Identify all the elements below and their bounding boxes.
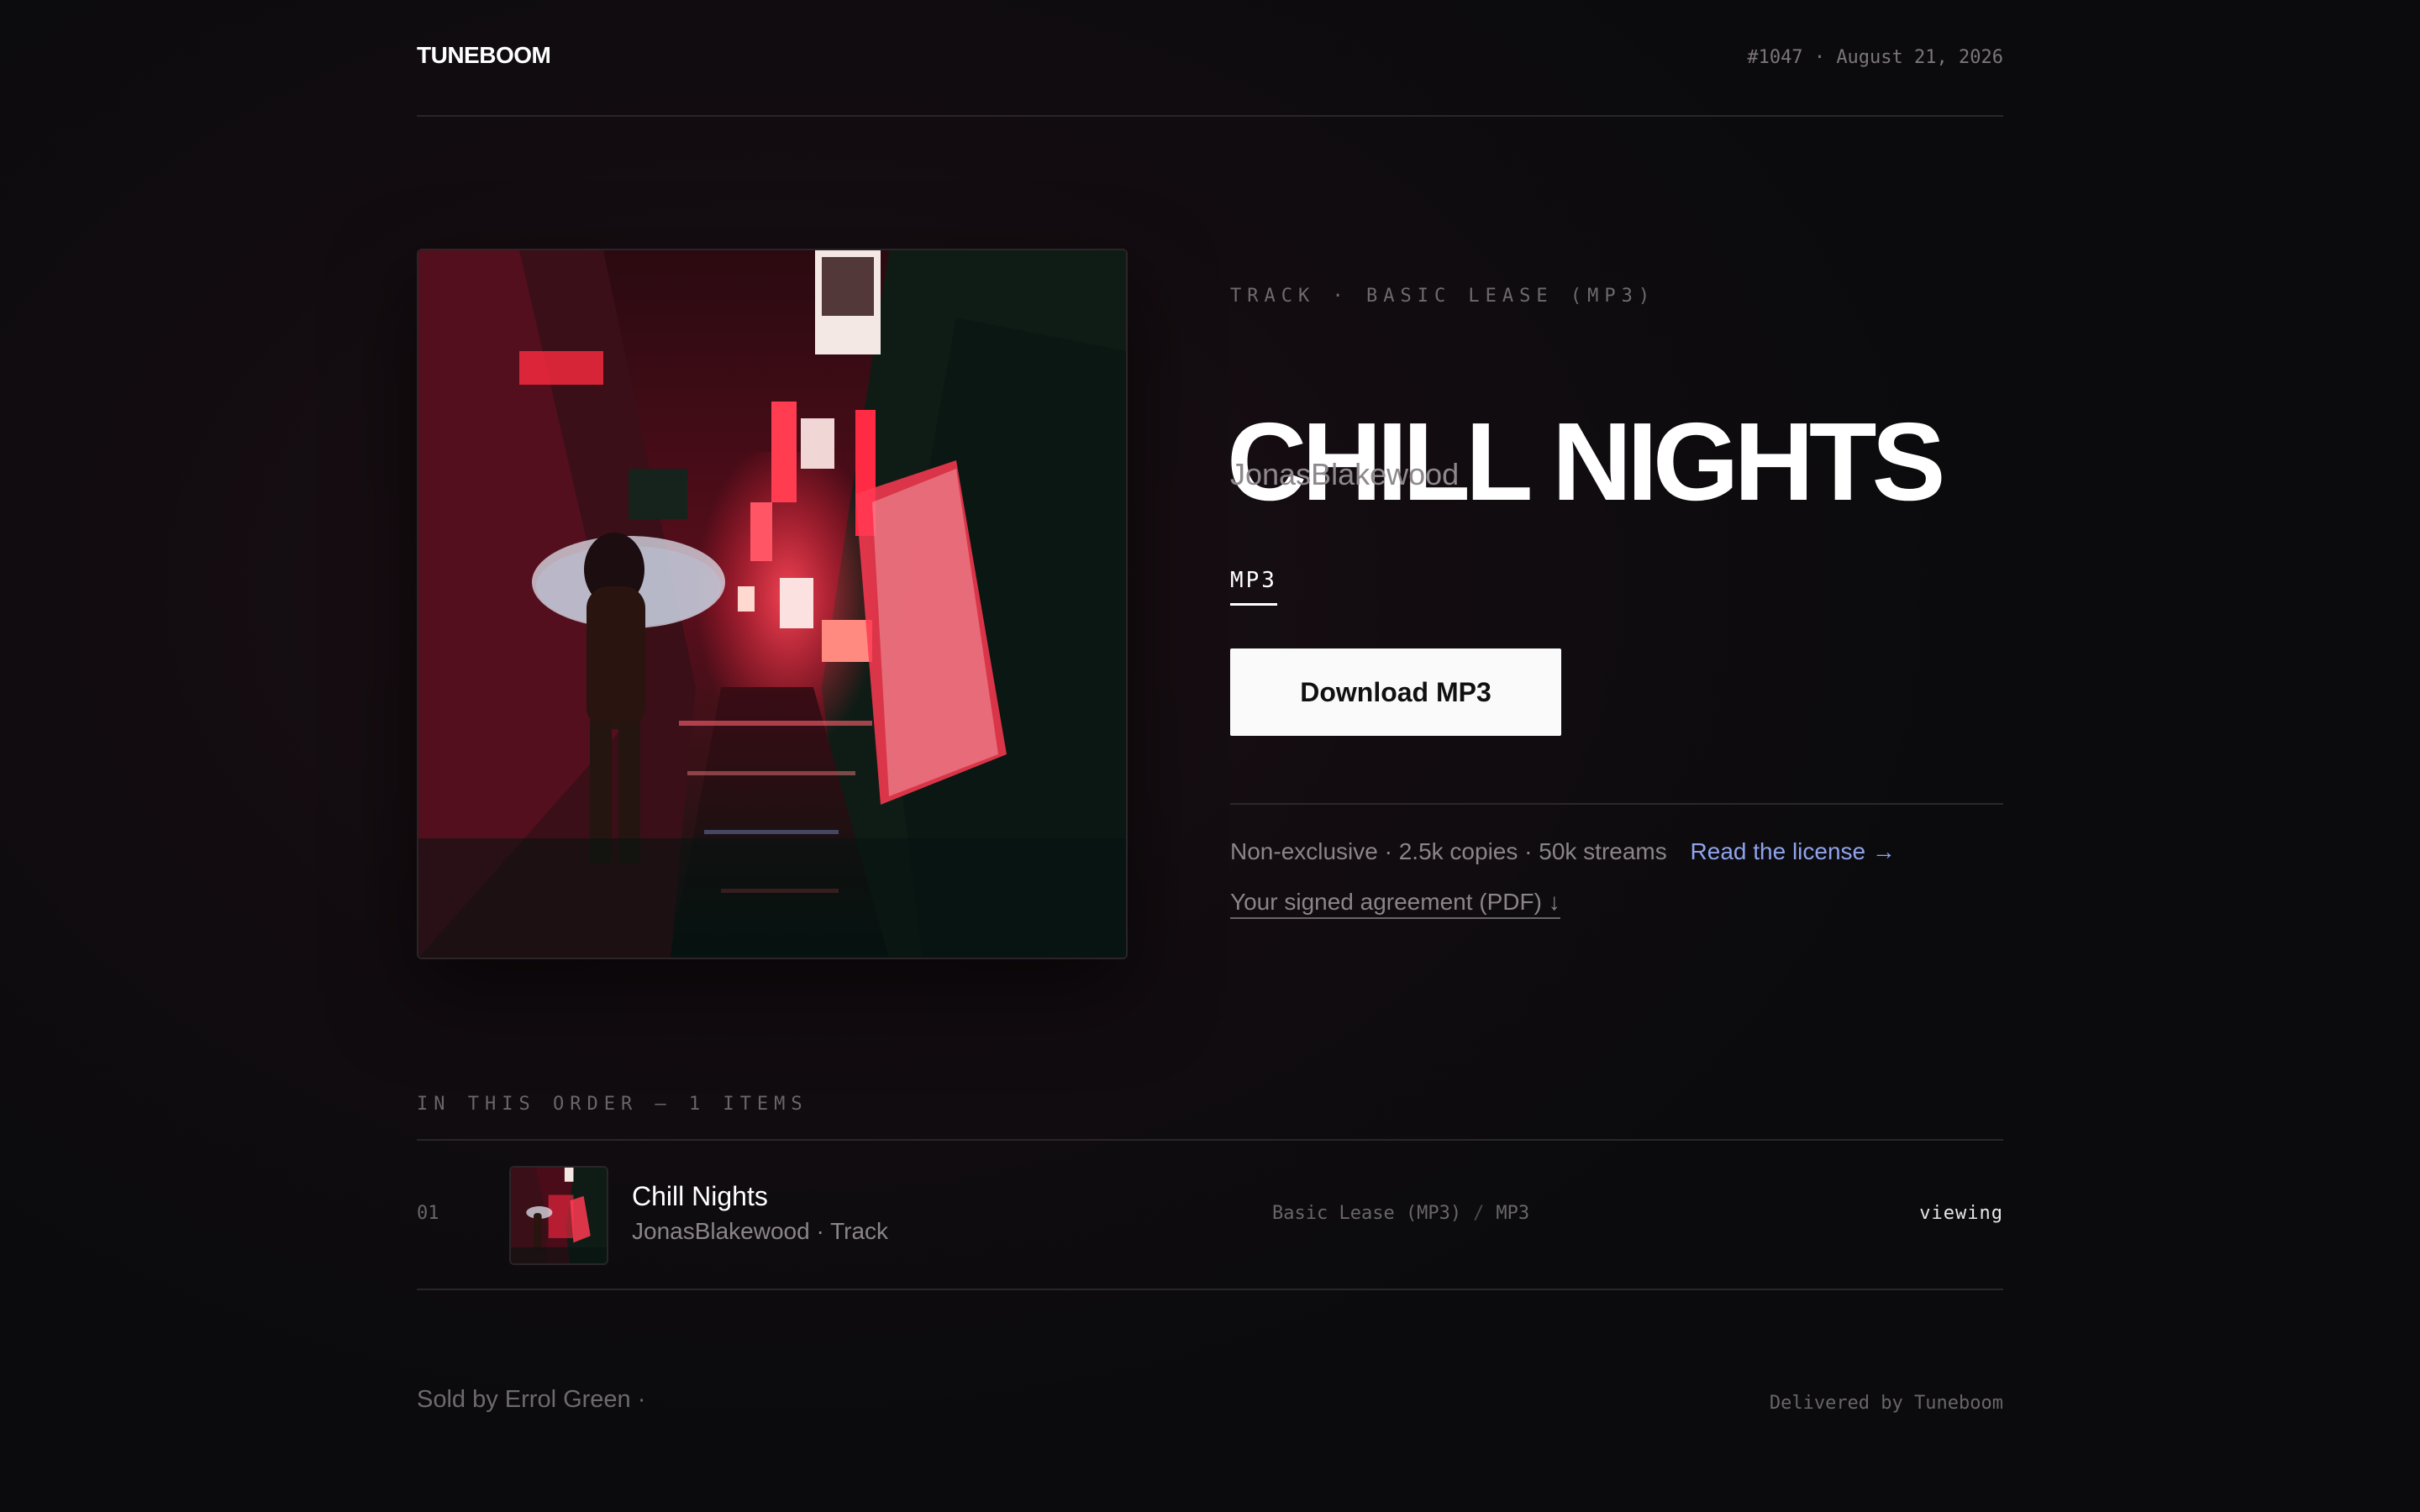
site-header: TUNEBOOM #1047 · August 21, 2026 [417, 0, 2003, 117]
item-format: MP3 [1496, 1203, 1530, 1224]
order-list: 01 Chill Nights JonasBlakewood · Track B… [417, 1139, 2003, 1290]
order-date: August 21, 2026 [1836, 47, 2003, 68]
order-meta-separator: · [1813, 47, 1826, 68]
product-artist[interactable]: JonasBlakewood [1230, 457, 1459, 492]
list-item[interactable]: 01 Chill Nights JonasBlakewood · Track B… [417, 1141, 2003, 1289]
delivered-by: Delivered by Tuneboom [1769, 1393, 2003, 1414]
cover-art [417, 249, 1128, 959]
download-button[interactable]: Download MP3 [1230, 648, 1561, 736]
order-number: #1047 [1747, 47, 1803, 68]
signed-agreement-link[interactable]: Your signed agreement (PDF) ↓ [1230, 889, 1560, 919]
item-license: Basic Lease (MP3) / MP3 [1272, 1203, 1529, 1224]
order-heading: IN THIS ORDER — 1 ITEMS [417, 1094, 808, 1115]
order-meta: #1047 · August 21, 2026 [1747, 47, 2003, 68]
item-thumbnail-image [511, 1168, 607, 1263]
cover-art-image [418, 250, 1126, 958]
license-summary: Non-exclusive · 2.5k copies · 50k stream… [1230, 838, 1667, 864]
item-subtitle: JonasBlakewood · Track [632, 1218, 889, 1244]
item-status: viewing [1919, 1203, 2003, 1224]
item-title: Chill Nights [632, 1181, 768, 1211]
item-thumbnail [509, 1166, 608, 1265]
item-license-separator: / [1473, 1203, 1485, 1224]
read-license-link[interactable]: Read the license → [1691, 838, 1896, 864]
logo[interactable]: TUNEBOOM [417, 42, 551, 69]
product-eyebrow: TRACK · BASIC LEASE (MP3) [1230, 286, 1656, 307]
item-license-name: Basic Lease (MP3) [1272, 1203, 1462, 1224]
sold-by: Sold by Errol Green · [417, 1386, 646, 1413]
license-summary-line: Non-exclusive · 2.5k copies · 50k stream… [1230, 838, 1896, 865]
item-index: 01 [417, 1203, 439, 1224]
divider [1230, 803, 2003, 805]
tab-mp3[interactable]: MP3 [1230, 568, 1277, 606]
